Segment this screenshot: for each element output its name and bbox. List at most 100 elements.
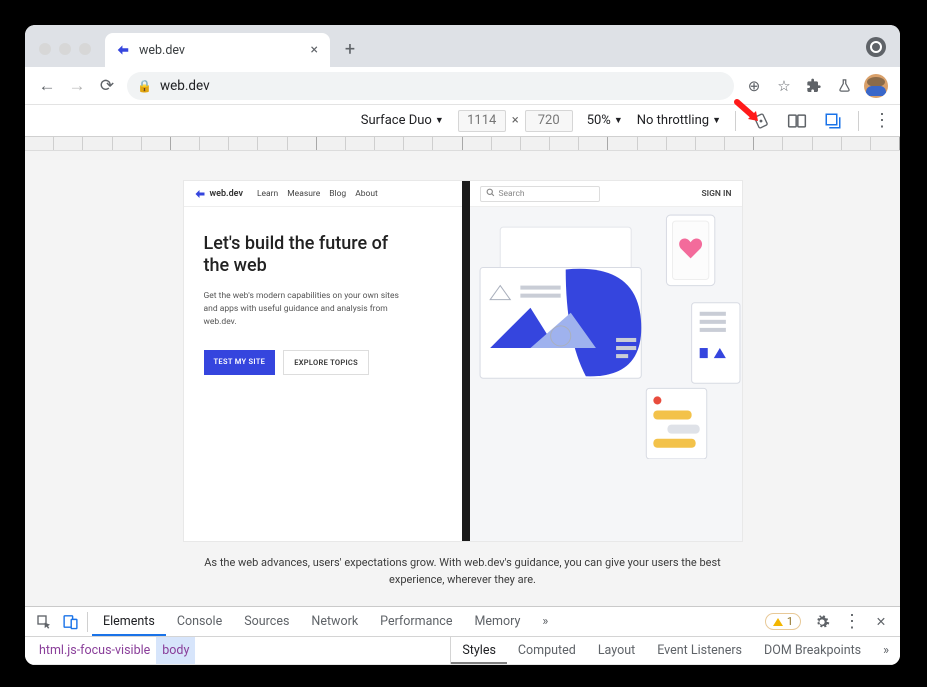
forward-button[interactable]: → — [67, 76, 87, 96]
devtools-tabs: Elements Console Sources Network Perform… — [25, 607, 900, 637]
hero-footer-text: As the web advances, users' expectations… — [183, 555, 743, 588]
search-icon — [486, 188, 495, 200]
toggle-device-icon[interactable] — [57, 609, 83, 635]
screen-right: Search SIGN IN — [470, 181, 742, 541]
site-logo-text: web.dev — [210, 189, 243, 199]
zoom-select[interactable]: 50% ▼ — [587, 113, 623, 128]
search-input[interactable]: Search — [480, 186, 600, 202]
devtools-panel: Elements Console Sources Network Perform… — [25, 606, 900, 665]
zoom-indicator-icon[interactable]: ⊕ — [744, 76, 764, 96]
cta-secondary-button[interactable]: EXPLORE TOPICS — [283, 350, 369, 375]
tab-title: web.dev — [139, 43, 185, 58]
height-input[interactable] — [525, 110, 573, 132]
breadcrumb[interactable]: html.js-focus-visible — [33, 637, 156, 664]
separator — [858, 111, 859, 131]
styles-tab-styles[interactable]: Styles — [451, 637, 507, 664]
dual-screen-icon[interactable] — [786, 110, 808, 132]
separator — [87, 612, 88, 632]
new-tab-button[interactable]: + — [336, 35, 364, 63]
device-frame: web.dev Learn Measure Blog About Let's b… — [184, 181, 742, 541]
chevron-down-icon: ▼ — [435, 115, 444, 126]
window-controls — [25, 43, 105, 67]
address-bar[interactable]: 🔒 web.dev — [127, 72, 734, 100]
devtools-subrow: html.js-focus-visible body Styles Comput… — [25, 637, 900, 665]
hero-title: Let's build the future of the web — [204, 233, 394, 276]
chevron-down-icon: ▼ — [712, 115, 721, 126]
warnings-badge[interactable]: 1 — [765, 613, 801, 630]
throttling-select[interactable]: No throttling ▼ — [637, 113, 721, 128]
devtools-tab-sources[interactable]: Sources — [233, 607, 300, 636]
site-logo[interactable]: web.dev — [194, 188, 243, 200]
bookmark-icon[interactable]: ☆ — [774, 76, 794, 96]
lock-icon: 🔒 — [137, 79, 152, 93]
devtools-tab-elements[interactable]: Elements — [92, 607, 166, 636]
device-select-label: Surface Duo — [361, 113, 432, 128]
site-nav: Learn Measure Blog About — [257, 189, 378, 199]
url-text: web.dev — [160, 78, 210, 94]
signin-link[interactable]: SIGN IN — [701, 189, 731, 199]
zoom-label: 50% — [587, 113, 611, 128]
toolbar: ← → ⟳ 🔒 web.dev ⊕ ☆ — [25, 67, 900, 105]
browser-window: web.dev × + ← → ⟳ 🔒 web.dev ⊕ ☆ Surface … — [25, 25, 900, 665]
profile-avatar[interactable] — [864, 74, 888, 98]
device-toolbar: Surface Duo ▼ × 50% ▼ No throttling ▼ ⋮ — [25, 105, 900, 137]
breadcrumb-selected[interactable]: body — [156, 637, 195, 664]
search-placeholder: Search — [499, 189, 525, 199]
separator — [735, 111, 736, 131]
device-posture-icon[interactable] — [822, 110, 844, 132]
warnings-count: 1 — [787, 615, 793, 628]
rotate-icon[interactable] — [750, 110, 772, 132]
nav-link[interactable]: Learn — [257, 189, 278, 199]
styles-tab-computed[interactable]: Computed — [507, 637, 587, 664]
device-select[interactable]: Surface Duo ▼ — [361, 113, 444, 128]
devtools-tabs-overflow[interactable]: » — [531, 607, 559, 636]
titlebar: web.dev × + — [25, 25, 900, 67]
site-header: web.dev Learn Measure Blog About — [184, 181, 462, 207]
dom-breadcrumbs: html.js-focus-visible body — [25, 637, 203, 664]
styles-tab-layout[interactable]: Layout — [587, 637, 646, 664]
nav-link[interactable]: Measure — [287, 189, 320, 199]
screen-left: web.dev Learn Measure Blog About Let's b… — [184, 181, 462, 541]
hero-illustration — [470, 207, 742, 463]
labs-icon[interactable] — [834, 76, 854, 96]
nav-link[interactable]: Blog — [329, 189, 346, 199]
settings-icon[interactable] — [809, 609, 835, 635]
devtools-menu[interactable]: ⋮ — [843, 611, 860, 632]
emulated-viewport: web.dev Learn Measure Blog About Let's b… — [25, 151, 900, 606]
styles-tabs-overflow[interactable]: » — [872, 637, 900, 664]
close-devtools-icon[interactable]: ✕ — [868, 609, 894, 635]
close-window-button[interactable] — [39, 43, 51, 55]
browser-tab[interactable]: web.dev × — [105, 33, 330, 67]
site-header-right: Search SIGN IN — [470, 181, 742, 207]
devtools-tab-network[interactable]: Network — [300, 607, 369, 636]
styles-tabs: Styles Computed Layout Event Listeners D… — [450, 637, 900, 664]
back-button[interactable]: ← — [37, 76, 57, 96]
styles-tab-dombreakpoints[interactable]: DOM Breakpoints — [753, 637, 872, 664]
nav-link[interactable]: About — [355, 189, 378, 199]
hero: Let's build the future of the web Get th… — [184, 207, 462, 395]
favicon-icon — [115, 42, 131, 58]
devtools-tab-memory[interactable]: Memory — [463, 607, 531, 636]
devtools-tab-performance[interactable]: Performance — [369, 607, 463, 636]
tab-strip: web.dev × + — [105, 25, 900, 67]
inspect-icon[interactable] — [31, 609, 57, 635]
ruler — [25, 137, 900, 151]
throttling-label: No throttling — [637, 113, 709, 128]
devtools-tab-console[interactable]: Console — [166, 607, 233, 636]
device-toolbar-menu[interactable]: ⋮ — [873, 110, 890, 131]
cta-primary-button[interactable]: TEST MY SITE — [204, 350, 276, 375]
account-icon[interactable] — [866, 37, 886, 57]
chevron-down-icon: ▼ — [614, 115, 623, 126]
styles-tab-eventlisteners[interactable]: Event Listeners — [646, 637, 753, 664]
extensions-icon[interactable] — [804, 76, 824, 96]
hero-subtitle: Get the web's modern capabilities on you… — [204, 290, 404, 328]
dimensions: × — [458, 110, 573, 132]
minimize-window-button[interactable] — [59, 43, 71, 55]
maximize-window-button[interactable] — [79, 43, 91, 55]
close-tab-icon[interactable]: × — [311, 43, 318, 57]
reload-button[interactable]: ⟳ — [97, 76, 117, 96]
warning-icon — [773, 618, 783, 626]
times-icon: × — [512, 113, 519, 128]
device-hinge — [462, 181, 470, 541]
width-input[interactable] — [458, 110, 506, 132]
